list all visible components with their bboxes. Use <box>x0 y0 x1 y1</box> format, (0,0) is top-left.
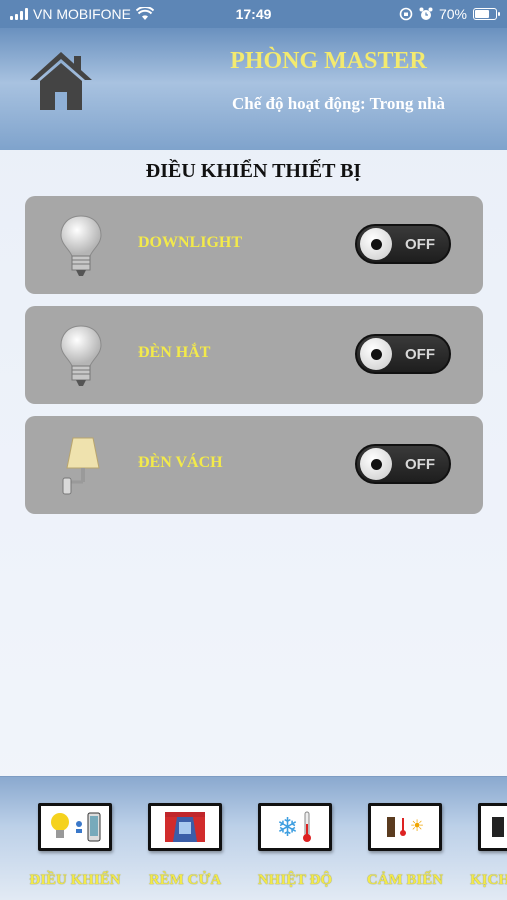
device-name: ĐÈN HẮT <box>138 344 211 361</box>
status-right: 70% <box>399 6 500 22</box>
wall-lamp-icon <box>62 437 100 495</box>
toggle-knob <box>360 448 392 480</box>
device-toggle-den-vach[interactable]: OFF <box>355 444 451 484</box>
battery-percent: 70% <box>438 6 467 22</box>
wifi-icon <box>136 7 155 20</box>
scene-icon <box>478 803 507 851</box>
bottom-nav: ĐIỀU KHIỂN RÈM CỬA ❄ NHIỆT ĐỘ ☀ CẢM BIẾN <box>0 776 507 900</box>
toggle-state: OFF <box>405 346 435 363</box>
device-control-icon <box>38 803 112 851</box>
device-toggle-den-hat[interactable]: OFF <box>355 334 451 374</box>
toggle-state: OFF <box>405 456 435 473</box>
carrier-name: VN MOBIFONE <box>33 6 132 22</box>
toggle-knob <box>360 228 392 260</box>
alarm-icon <box>419 7 433 20</box>
light-bulb-icon <box>60 215 102 276</box>
device-row-den-hat: ĐÈN HẮT OFF <box>25 306 483 404</box>
nav-item-dieu-khien[interactable]: ĐIỀU KHIỂN <box>20 801 130 897</box>
status-left: VN MOBIFONE <box>10 6 155 22</box>
operation-mode: Chế độ hoạt động: Trong nhà <box>231 94 446 113</box>
toggle-state: OFF <box>405 236 435 253</box>
device-name: ĐÈN VÁCH <box>138 454 223 471</box>
nav-label: CẢM BIẾN <box>366 872 444 888</box>
nav-item-cam-bien[interactable]: ☀ CẢM BIẾN <box>350 801 460 897</box>
orientation-lock-icon <box>399 7 413 21</box>
device-name: DOWNLIGHT <box>138 234 243 251</box>
nav-item-rem-cua[interactable]: RÈM CỬA <box>130 801 240 897</box>
battery-icon <box>473 8 500 20</box>
light-bulb-icon <box>60 325 102 386</box>
curtain-icon <box>148 803 222 851</box>
signal-icon <box>10 8 28 20</box>
toggle-knob <box>360 338 392 370</box>
nav-item-nhiet-do[interactable]: ❄ NHIỆT ĐỘ <box>240 801 350 897</box>
sensor-icon: ☀ <box>368 803 442 851</box>
room-title: PHÒNG MASTER <box>230 48 427 74</box>
room-header: PHÒNG MASTER Chế độ hoạt động: Trong nhà <box>0 28 507 150</box>
battery-fill <box>475 10 489 18</box>
section-title: ĐIỀU KHIỂN THIẾT BỊ <box>145 160 362 182</box>
device-row-den-vach: ĐÈN VÁCH OFF <box>25 416 483 514</box>
nav-label: KỊCH <box>470 872 507 888</box>
status-bar: VN MOBIFONE 17:49 70% <box>0 0 507 28</box>
home-icon[interactable] <box>28 50 94 112</box>
nav-item-kich[interactable]: KỊCH <box>460 801 507 897</box>
device-toggle-downlight[interactable]: OFF <box>355 224 451 264</box>
temperature-icon: ❄ <box>258 803 332 851</box>
device-row-downlight: DOWNLIGHT OFF <box>25 196 483 294</box>
